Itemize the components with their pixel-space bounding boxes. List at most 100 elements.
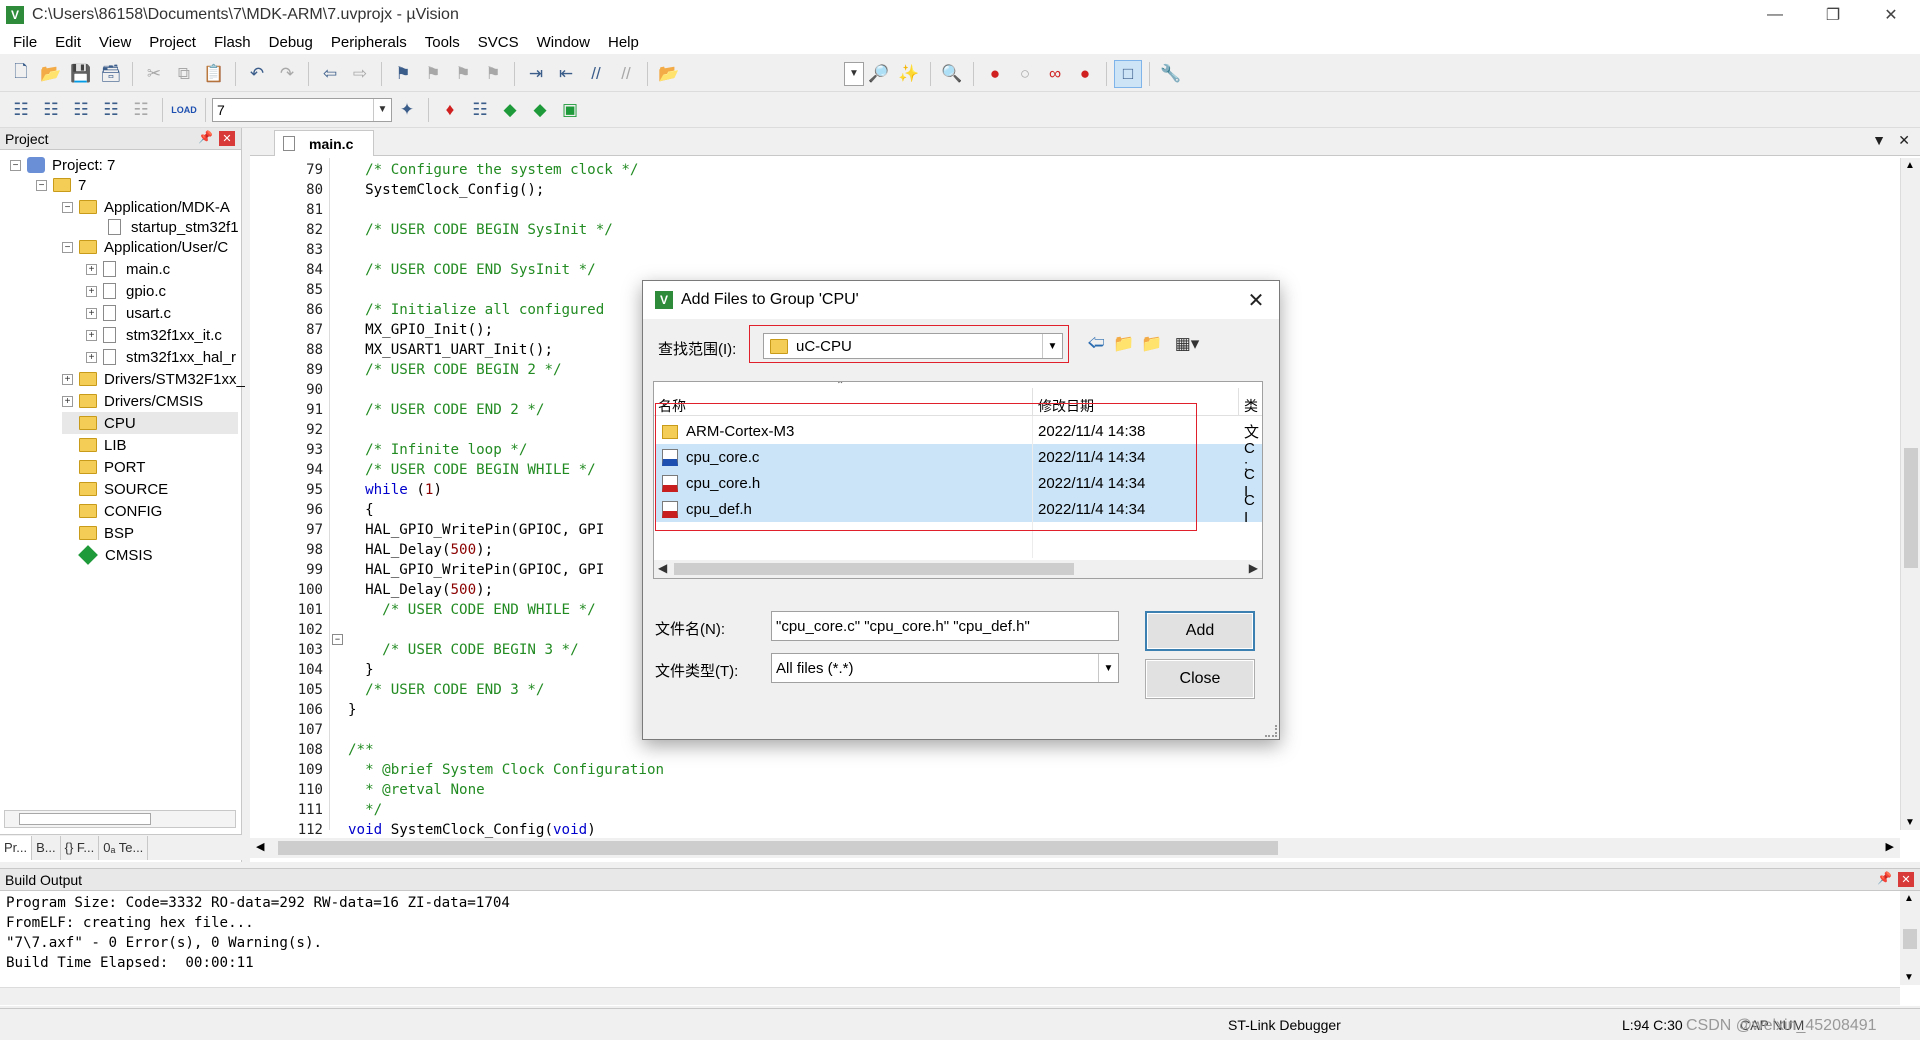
menu-edit[interactable]: Edit bbox=[46, 34, 90, 51]
menu-svcs[interactable]: SVCS bbox=[469, 34, 528, 51]
tree-file[interactable]: + main.c bbox=[86, 258, 170, 280]
collapse-icon[interactable]: − bbox=[62, 201, 73, 213]
navigate-forward-icon[interactable]: ⇨ bbox=[346, 60, 374, 88]
batch-build-icon[interactable]: ☷ bbox=[97, 96, 125, 124]
indent-icon[interactable]: ⇥ bbox=[522, 60, 550, 88]
tab-main-c[interactable]: main.c bbox=[274, 130, 374, 156]
menu-help[interactable]: Help bbox=[599, 34, 648, 51]
redo-icon[interactable]: ↷ bbox=[273, 60, 301, 88]
configure-tools-icon[interactable]: 🔧 bbox=[1157, 60, 1185, 88]
menu-view[interactable]: View bbox=[90, 34, 140, 51]
target-select[interactable]: 7 ▼ bbox=[212, 97, 392, 122]
editor-vscrollbar[interactable]: ▲ ▼ bbox=[1900, 158, 1920, 830]
code-line[interactable]: SystemClock_Config(); bbox=[348, 180, 544, 200]
code-line[interactable]: /* Configure the system clock */ bbox=[348, 160, 638, 180]
code-line[interactable]: } bbox=[348, 700, 357, 720]
close-panel-icon[interactable]: ✕ bbox=[219, 131, 235, 146]
code-line[interactable]: HAL_Delay(500); bbox=[348, 580, 493, 600]
resize-grip[interactable] bbox=[1265, 725, 1277, 737]
menu-window[interactable]: Window bbox=[528, 34, 599, 51]
file-list-hscrollbar[interactable]: ◀ ▶ bbox=[654, 560, 1262, 578]
breakpoint-options-icon[interactable]: ● bbox=[1071, 60, 1099, 88]
clear-bookmarks-icon[interactable]: ⚑ bbox=[479, 60, 507, 88]
kill-breakpoints-icon[interactable]: ∞ bbox=[1041, 60, 1069, 88]
tree-group[interactable]: + Drivers/CMSIS bbox=[62, 390, 203, 412]
fold-marker[interactable]: − bbox=[332, 634, 343, 645]
up-folder-icon[interactable]: 📁 bbox=[1111, 331, 1137, 357]
tree-root[interactable]: − Project: 7 bbox=[10, 154, 115, 176]
tree-file[interactable]: + stm32f1xx_it.c bbox=[86, 324, 222, 346]
minimize-button[interactable]: — bbox=[1746, 0, 1804, 30]
load-icon[interactable]: LOAD bbox=[170, 96, 198, 124]
code-line[interactable]: } bbox=[348, 660, 374, 680]
next-bookmark-icon[interactable]: ⚑ bbox=[449, 60, 477, 88]
code-line[interactable]: * @brief System Clock Configuration bbox=[348, 760, 664, 780]
menu-flash[interactable]: Flash bbox=[205, 34, 260, 51]
tree-file[interactable]: + gpio.c bbox=[86, 280, 166, 302]
code-line[interactable]: /* USER CODE BEGIN 3 */ bbox=[348, 640, 578, 660]
save-all-icon[interactable]: 🗃 bbox=[97, 60, 125, 88]
code-line[interactable]: */ bbox=[348, 800, 382, 820]
code-line[interactable]: HAL_GPIO_WritePin(GPIOC, GPI bbox=[348, 520, 604, 540]
code-line[interactable]: { bbox=[348, 500, 374, 520]
tree-group[interactable]: SOURCE bbox=[79, 478, 168, 500]
paste-icon[interactable]: 📋 bbox=[200, 60, 228, 88]
stop-build-icon[interactable]: ☷ bbox=[127, 96, 155, 124]
new-file-icon[interactable]: 🗋 bbox=[7, 60, 35, 88]
code-line[interactable]: /** bbox=[348, 740, 374, 760]
new-folder-icon[interactable]: 📁 bbox=[1139, 331, 1165, 357]
tree-group[interactable]: LIB bbox=[79, 434, 127, 456]
copy-icon[interactable]: ⧉ bbox=[170, 60, 198, 88]
code-line[interactable]: while (1) bbox=[348, 480, 442, 500]
tree-component[interactable]: CMSIS bbox=[78, 544, 153, 566]
tree-file[interactable]: + stm32f1xx_hal_r bbox=[86, 346, 236, 368]
back-icon[interactable]: 🢠 bbox=[1083, 331, 1109, 357]
tab-project[interactable]: Pr... bbox=[0, 835, 33, 860]
tree-group[interactable]: + Drivers/STM32F1xx_ bbox=[62, 368, 245, 390]
menu-tools[interactable]: Tools bbox=[416, 34, 469, 51]
project-hscrollbar[interactable] bbox=[4, 810, 236, 828]
menu-file[interactable]: File bbox=[4, 34, 46, 51]
collapse-icon[interactable]: − bbox=[62, 241, 73, 253]
menu-peripherals[interactable]: Peripherals bbox=[322, 34, 416, 51]
build-output-vscrollbar[interactable]: ▲ ▼ bbox=[1900, 891, 1920, 985]
expand-icon[interactable]: + bbox=[86, 351, 97, 363]
tab-templates[interactable]: 0ₐ Te... bbox=[99, 835, 149, 860]
tree-file[interactable]: startup_stm32f1 bbox=[108, 216, 239, 238]
cut-icon[interactable]: ✂ bbox=[140, 60, 168, 88]
code-line[interactable]: * @retval None bbox=[348, 780, 485, 800]
close-window-button[interactable]: ✕ bbox=[1862, 0, 1920, 30]
code-line[interactable]: /* USER CODE END SysInit */ bbox=[348, 260, 596, 280]
uncomment-icon[interactable]: // bbox=[612, 60, 640, 88]
menu-debug[interactable]: Debug bbox=[260, 34, 322, 51]
collapse-icon[interactable]: − bbox=[10, 159, 21, 171]
target-options-icon[interactable]: ✦ bbox=[393, 96, 421, 124]
find-combo[interactable]: ▼ bbox=[844, 61, 864, 86]
tree-group[interactable]: − Application/User/C bbox=[62, 236, 228, 258]
dialog-close-button[interactable]: ✕ bbox=[1243, 287, 1269, 313]
tab-functions[interactable]: {} F... bbox=[61, 835, 100, 860]
save-icon[interactable]: 💾 bbox=[67, 60, 95, 88]
code-line[interactable]: /* Infinite loop */ bbox=[348, 440, 527, 460]
code-line[interactable]: /* USER CODE END 2 */ bbox=[348, 400, 544, 420]
find-icon[interactable]: 🔎 bbox=[865, 60, 893, 88]
tree-group[interactable]: BSP bbox=[79, 522, 134, 544]
manage-project-items-icon[interactable]: ♦ bbox=[436, 96, 464, 124]
tree-target[interactable]: − 7 bbox=[36, 174, 86, 196]
add-button[interactable]: Add bbox=[1145, 611, 1255, 651]
navigate-back-icon[interactable]: ⇦ bbox=[316, 60, 344, 88]
expand-icon[interactable]: + bbox=[86, 307, 97, 319]
bookmark-icon[interactable]: ⚑ bbox=[389, 60, 417, 88]
code-line[interactable]: MX_GPIO_Init(); bbox=[348, 320, 493, 340]
comment-icon[interactable]: // bbox=[582, 60, 610, 88]
translate-icon[interactable]: ☷ bbox=[7, 96, 35, 124]
code-line[interactable]: /* USER CODE END 3 */ bbox=[348, 680, 544, 700]
filename-input[interactable]: "cpu_core.c" "cpu_core.h" "cpu_def.h" bbox=[771, 611, 1119, 641]
code-line[interactable]: /* USER CODE END WHILE */ bbox=[348, 600, 596, 620]
expand-icon[interactable]: + bbox=[86, 263, 97, 275]
open-file-icon[interactable]: 📂 bbox=[37, 60, 65, 88]
collapse-icon[interactable]: − bbox=[36, 179, 47, 191]
pin-icon[interactable]: 📌 bbox=[1877, 871, 1892, 885]
tab-list-icon[interactable]: ▼ bbox=[1872, 132, 1886, 148]
pin-icon[interactable]: 📌 bbox=[198, 130, 213, 144]
